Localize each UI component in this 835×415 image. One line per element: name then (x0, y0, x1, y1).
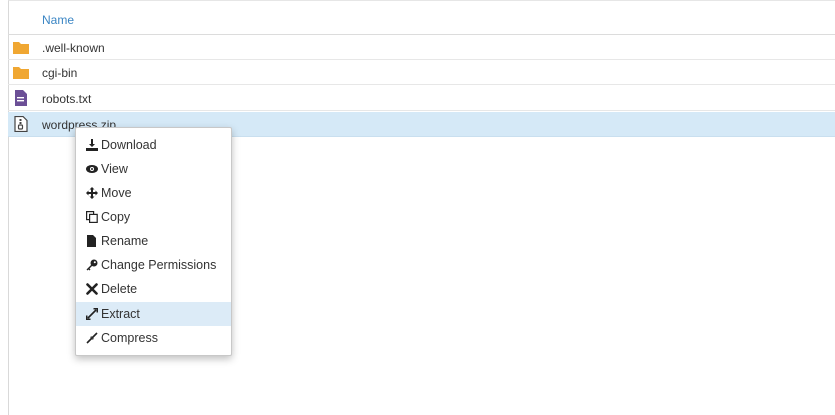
zip-file-icon (12, 115, 30, 133)
copy-icon (86, 211, 98, 224)
menu-item-delete[interactable]: Delete (76, 277, 231, 301)
folder-icon (12, 64, 30, 80)
file-name: .well-known (42, 41, 105, 55)
name-column-header[interactable]: Name (42, 13, 74, 27)
menu-item-move[interactable]: Move (76, 181, 231, 205)
expand-icon (86, 308, 98, 320)
download-icon (86, 139, 98, 151)
menu-item-change-permissions[interactable]: Change Permissions (76, 253, 231, 277)
eye-icon (86, 163, 98, 175)
menu-item-extract[interactable]: Extract (76, 302, 231, 326)
compress-icon (86, 332, 98, 344)
table-header: Name (8, 6, 835, 35)
folder-icon (12, 39, 30, 55)
file-name: robots.txt (42, 92, 92, 106)
menu-item-download[interactable]: Download (76, 133, 231, 157)
key-icon (86, 259, 98, 271)
menu-item-rename[interactable]: Rename (76, 229, 231, 253)
table-row[interactable]: robots.txt (8, 86, 835, 111)
text-file-icon (12, 90, 30, 106)
menu-item-copy[interactable]: Copy (76, 205, 231, 229)
file-name: cgi-bin (42, 66, 78, 80)
close-icon (86, 283, 98, 295)
move-icon (86, 187, 98, 199)
table-row[interactable]: cgi-bin (8, 60, 835, 85)
menu-item-compress[interactable]: Compress (76, 326, 231, 350)
menu-item-view[interactable]: View (76, 157, 231, 181)
table-row[interactable]: .well-known (8, 35, 835, 60)
file-icon (86, 235, 98, 247)
context-menu: Download View Move Copy Rename Change Pe… (75, 127, 232, 356)
